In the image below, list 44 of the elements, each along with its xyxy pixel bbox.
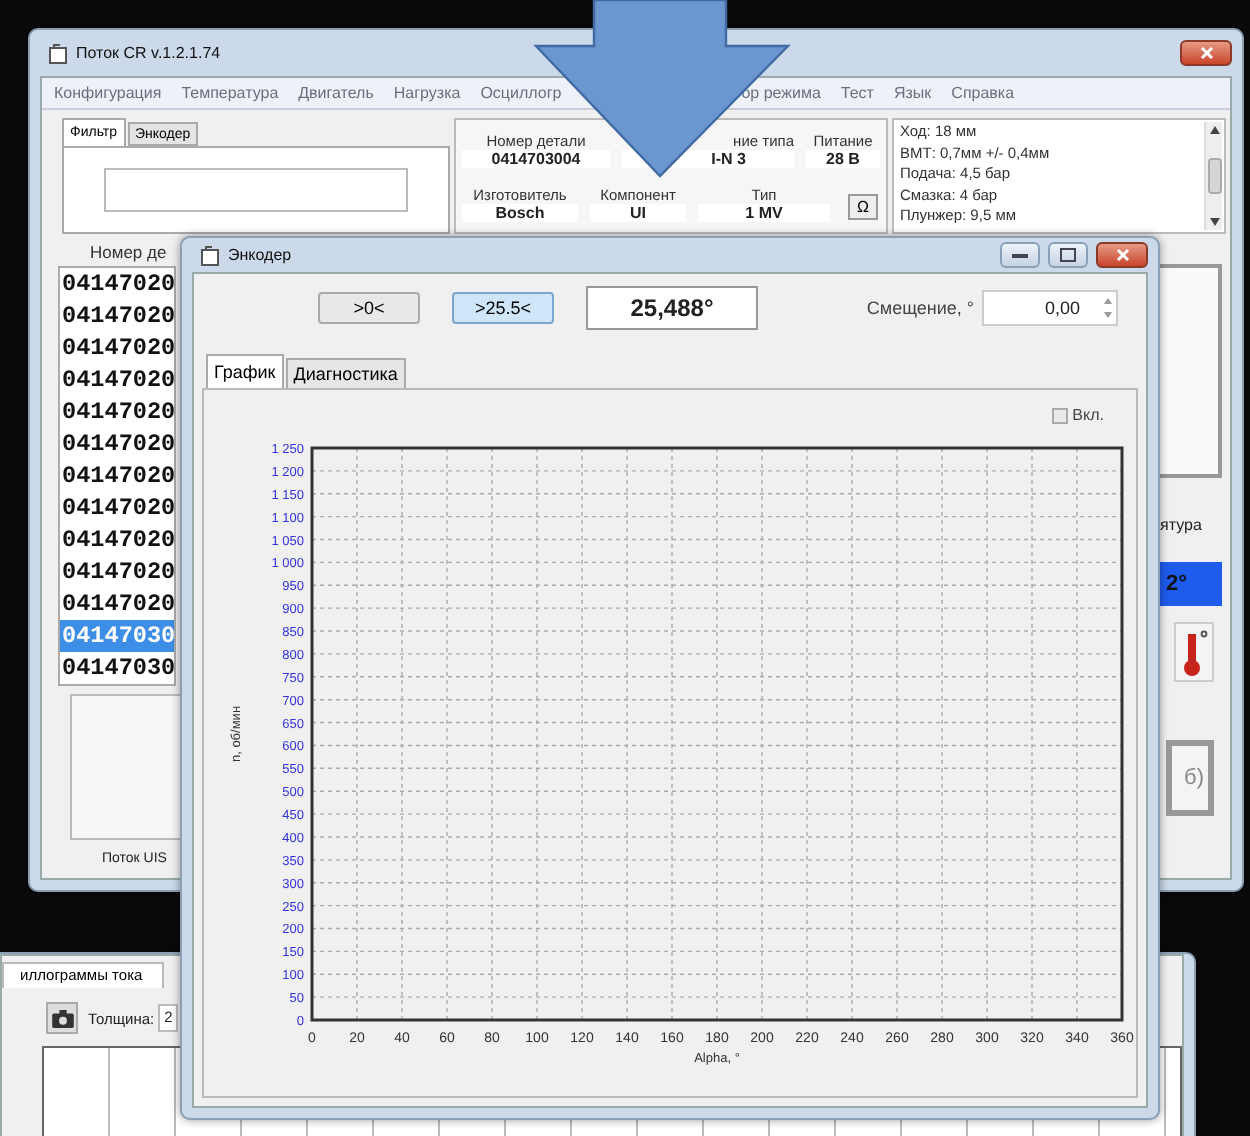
window-icon — [48, 43, 68, 63]
thermometer-icon — [1174, 622, 1214, 682]
offset-label: Смещение, ° — [866, 298, 974, 318]
zero-button[interactable]: >0< — [318, 292, 420, 324]
close-icon — [1115, 248, 1129, 262]
field-value: 1 MV — [698, 203, 830, 221]
menu-item[interactable]: Температура — [181, 84, 279, 102]
field-value: UI — [590, 203, 686, 221]
omega-button[interactable]: Ω — [848, 193, 878, 219]
tab[interactable]: График — [206, 354, 284, 388]
maximize-button[interactable] — [1048, 242, 1088, 268]
scroll-up-icon — [1209, 126, 1219, 134]
menu-item[interactable]: Тест — [840, 84, 874, 102]
menu-item[interactable]: Нагрузка — [393, 84, 461, 102]
minimize-icon — [1012, 253, 1028, 257]
minimize-button[interactable] — [1000, 242, 1040, 268]
field-value: 28 В — [806, 149, 880, 167]
menu-item[interactable]: Язык — [893, 84, 932, 102]
camera-icon — [51, 1009, 73, 1027]
close-button[interactable] — [1180, 40, 1232, 66]
zero-button[interactable]: >25.5< — [452, 292, 554, 324]
window-icon — [200, 245, 220, 265]
enable-checkbox[interactable]: Вкл. — [1052, 406, 1104, 424]
menu-item[interactable]: Двигатель — [298, 84, 374, 102]
menu-item[interactable]: Конфигурация — [54, 84, 162, 102]
window-title: Энкодер — [228, 246, 292, 264]
offset-field[interactable]: 0,00 — [982, 290, 1118, 326]
menu-item[interactable]: Осциллогр — [480, 84, 562, 102]
field-value: 0414703004 — [462, 149, 610, 167]
filter-field[interactable] — [104, 168, 408, 212]
maximize-icon — [1060, 248, 1076, 262]
angle-display: 25,488° — [586, 286, 758, 330]
scrollbar[interactable] — [1204, 122, 1222, 230]
tab[interactable]: Диагностика — [285, 358, 406, 388]
menu-item[interactable]: Справка — [951, 84, 1015, 102]
close-icon — [1199, 46, 1213, 60]
column-header: Номер де — [88, 242, 169, 266]
field-value: Bosch — [462, 203, 578, 221]
camera-button[interactable] — [46, 1002, 78, 1034]
window-title: Поток CR v.1.2.1.74 — [76, 44, 221, 62]
close-button[interactable] — [1096, 242, 1148, 268]
spinner-icon — [1100, 294, 1116, 322]
section-label: ятура — [1160, 516, 1204, 534]
scroll-down-icon — [1209, 218, 1219, 226]
